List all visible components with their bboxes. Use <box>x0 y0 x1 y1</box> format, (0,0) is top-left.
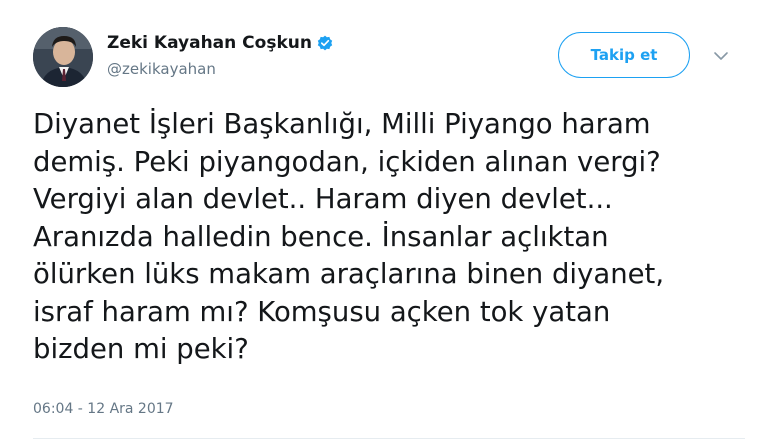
avatar-photo <box>33 27 93 87</box>
tweet-card: Zeki Kayahan Coşkun @zekikayahan Takip e… <box>0 0 772 442</box>
chevron-down-icon[interactable] <box>713 50 729 62</box>
verified-badge-icon <box>317 35 333 51</box>
name-row[interactable]: Zeki Kayahan Coşkun <box>107 32 333 54</box>
user-handle[interactable]: @zekikayahan <box>107 60 216 78</box>
tweet-timestamp[interactable]: 06:04 - 12 Ara 2017 <box>33 401 174 417</box>
avatar[interactable] <box>33 27 93 87</box>
divider <box>33 438 745 439</box>
display-name[interactable]: Zeki Kayahan Coşkun <box>107 33 312 53</box>
tweet-text: Diyanet İşleri Başkanlığı, Milli Piyango… <box>33 108 665 365</box>
follow-button[interactable]: Takip et <box>558 32 690 78</box>
